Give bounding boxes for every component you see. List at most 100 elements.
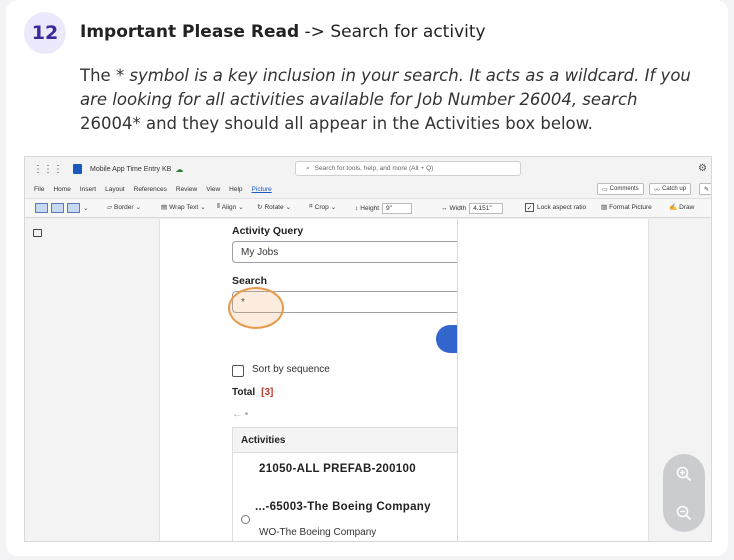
step-title-rest: -> Search for activity [299,22,486,42]
word-search-box[interactable]: ⌕ Search for tools, help, and more (Alt +… [295,161,521,176]
catch-up-label: Catch up [662,186,687,192]
height-label: Height [360,205,380,212]
total-count-value: [3] [261,387,274,398]
tab-help[interactable]: Help [229,186,242,193]
picture-styles[interactable]: ⌄ [35,203,88,213]
document-page: Activity Query My Jobs Search * Sort by … [159,219,649,541]
sort-checkbox[interactable] [232,365,244,377]
comments-label: Comments [609,186,639,192]
total-count: Total [3] [232,387,273,398]
comments-button[interactable]: ▭ Comments [597,183,644,195]
tab-references[interactable]: References [134,186,167,193]
mobile-app-screenshot: Activity Query My Jobs Search * Sort by … [216,219,458,541]
zoom-in-icon[interactable] [663,454,705,493]
search-icon: ⌕ [306,164,310,172]
width-input[interactable]: 4.151" [469,203,504,214]
activities-header: Activities [232,427,457,453]
step-title-bold: Important Please Read [80,22,300,42]
comment-icon: ▭ [602,186,608,193]
rotate-icon: ↻ [257,204,263,211]
tab-picture[interactable]: Picture [252,186,272,193]
editing-button[interactable]: ✎ [699,183,711,195]
draw-icon: ✍ [669,204,678,211]
picture-style-3-icon[interactable] [67,203,80,213]
search-highlight-circle [228,287,284,329]
cloud-saved-icon: ☁ [175,164,184,174]
activity-item-1[interactable]: 21050-ALL PREFAB-200100 [259,463,416,475]
chevron-down-icon: ⌄ [135,204,141,211]
sort-by-sequence-label: Sort by sequence [252,364,330,375]
gear-icon[interactable]: ⚙ [698,163,707,174]
search-button[interactable] [436,325,457,353]
tab-home[interactable]: Home [53,186,70,193]
checkmark-icon: ✓ [525,203,534,212]
activity-item-2[interactable]: ...-65003-The Boeing Company [255,501,431,513]
back-arrow-icon[interactable]: ← • [232,409,248,420]
zoom-out-icon[interactable] [663,493,705,532]
crop-icon: ⌗ [309,203,313,210]
wrap-text-icon: ▤ [161,204,168,211]
crop-label: Crop [314,203,329,211]
instructions-part-2: * symbol is a key inclusion in your sear… [80,66,691,109]
lock-aspect-ratio-checkbox[interactable]: ✓ Lock aspect ratio [525,203,586,212]
document-title: Mobile App Time Entry KB [90,165,172,173]
activity-radio[interactable] [241,515,250,524]
rotate-button[interactable]: ↻ Rotate ⌄ [257,203,292,212]
pencil-icon: ✎ [704,186,710,193]
width-control: ↔ Width 4.151" [441,203,504,214]
catch-up-button[interactable]: 〰 Catch up [649,183,692,195]
tab-layout[interactable]: Layout [105,186,125,193]
activities-list: 21050-ALL PREFAB-200100 ...-65003-The Bo… [232,453,457,541]
word-icon [73,164,82,174]
picture-toolbar: ⌄ ▱ Border ⌄ ▤ Wrap Text ⌄ ⫴ Align ⌄ ↻ Rotate ⌄ … [25,198,711,218]
picture-style-1-icon[interactable] [35,203,48,213]
step-card: 12 Important Please Read -> Search for a… [6,0,728,556]
ribbon-tabs: File Home Insert Layout References Revie… [25,181,711,198]
zoom-controls [663,454,705,532]
embedded-screenshot: ⋮⋮⋮ Mobile App Time Entry KB ☁ ⌕ Search f… [24,156,712,542]
search-placeholder: Search for tools, help, and more (Alt + … [314,165,434,172]
app-launcher-icon[interactable]: ⋮⋮⋮ [33,164,63,175]
crop-button[interactable]: ⌗ Crop ⌄ [309,203,336,211]
tab-review[interactable]: Review [176,186,197,193]
height-control: ↕ Height 9" [355,203,413,214]
document-workspace: Activity Query My Jobs Search * Sort by … [25,219,711,541]
total-label: Total [232,387,256,398]
align-label: Align [221,203,237,211]
wrap-text-button[interactable]: ▤ Wrap Text ⌄ [161,203,206,212]
catch-up-icon: 〰 [654,187,661,194]
chevron-down-icon: ⌄ [285,204,292,211]
format-picture-label: Format Picture [609,203,652,211]
navigation-pane-icon[interactable] [33,229,42,237]
activity-query-select[interactable]: My Jobs [232,241,457,263]
lock-aspect-label: Lock aspect ratio [537,204,587,211]
step-title: Important Please Read -> Search for acti… [80,22,486,42]
activity-query-label: Activity Query [232,225,304,237]
step-instructions: The * symbol is a key inclusion in your … [80,64,700,136]
height-icon: ↕ [355,205,359,212]
tab-view[interactable]: View [206,186,220,193]
align-button[interactable]: ⫴ Align ⌄ [217,203,244,211]
width-icon: ↔ [441,205,448,212]
format-picture-icon: ▨ [601,204,608,211]
rotate-label: Rotate [264,203,284,211]
border-label: Border [114,203,134,211]
wrap-text-label: Wrap Text [169,203,199,211]
draw-label: Draw [679,203,695,211]
draw-button[interactable]: ✍ Draw [669,203,695,212]
activity-item-2-subtitle: WO-The Boeing Company [259,527,377,538]
chevron-down-icon: ⌄ [330,204,337,211]
tab-insert[interactable]: Insert [80,186,96,193]
height-input[interactable]: 9" [382,203,413,214]
tab-file[interactable]: File [34,186,44,193]
border-button[interactable]: ▱ Border ⌄ [107,203,141,212]
align-icon: ⫴ [217,203,220,210]
word-titlebar: ⋮⋮⋮ Mobile App Time Entry KB ☁ ⌕ Search f… [25,157,711,181]
format-picture-button[interactable]: ▨ Format Picture [601,203,652,212]
styles-chevron-down-icon[interactable]: ⌄ [83,204,88,212]
width-label: Width [449,205,467,212]
search-label: Search [232,275,268,287]
chevron-down-icon: ⌄ [200,204,206,211]
picture-style-2-icon[interactable] [51,203,64,213]
border-icon: ▱ [107,204,112,211]
